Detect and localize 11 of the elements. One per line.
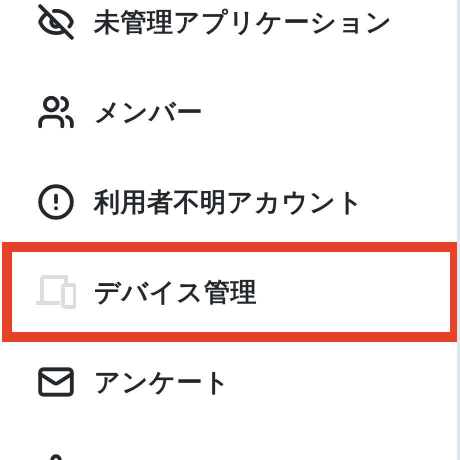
menu-item[interactable]: アンケート xyxy=(7,337,455,427)
devices-icon xyxy=(36,275,76,309)
menu-label: アンケート xyxy=(94,366,230,400)
menu-label: デバイス管理 xyxy=(94,276,257,310)
highlighted-menu-item[interactable]: デバイス管理 xyxy=(7,247,455,337)
menu-label: 利用者不明アカウント xyxy=(94,186,364,220)
menu-item[interactable]: 未管理アプリケーション xyxy=(7,0,455,67)
menu-item[interactable]: メンバー xyxy=(7,67,455,157)
menu-item[interactable]: 利用者不明アカウント xyxy=(7,157,455,247)
menu-label: 未管理アプリケーション xyxy=(94,6,392,40)
menu-label: メンバー xyxy=(94,96,203,130)
